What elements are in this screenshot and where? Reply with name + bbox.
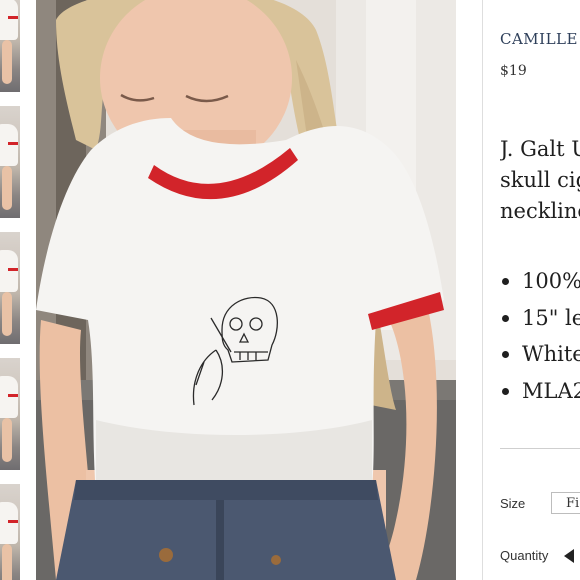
thumbnail-2[interactable] <box>0 106 20 218</box>
section-divider <box>500 448 580 449</box>
description-line: neckline <box>500 199 580 223</box>
size-select[interactable]: Fi <box>551 492 580 514</box>
product-main-image[interactable] <box>36 0 456 580</box>
thumbnail-3[interactable] <box>0 232 20 344</box>
product-info: CAMILLE S $19 J. Galt U skull cig neckli… <box>500 0 580 580</box>
product-details-list: 100% 15" le White MLA2 <box>500 263 580 409</box>
detail-item: 15" le <box>500 300 580 337</box>
product-title: CAMILLE S <box>500 30 580 48</box>
thumbnail-strip <box>0 0 22 580</box>
quantity-decrease-icon[interactable] <box>564 549 576 563</box>
detail-item: MLA2 <box>500 373 580 410</box>
description-line: J. Galt U <box>500 137 580 161</box>
product-photo <box>36 0 456 580</box>
thumbnail-4[interactable] <box>0 358 20 470</box>
detail-item: 100% <box>500 263 580 300</box>
product-description: J. Galt U skull cig neckline <box>500 134 580 227</box>
thumbnail-5[interactable] <box>0 484 20 580</box>
detail-item: White <box>500 336 580 373</box>
thumbnail-1[interactable] <box>0 0 20 92</box>
product-price: $19 <box>500 63 527 79</box>
size-label: Size <box>500 496 526 511</box>
description-line: skull cig <box>500 168 580 192</box>
column-divider <box>482 0 483 580</box>
quantity-label: Quantity <box>500 548 549 563</box>
